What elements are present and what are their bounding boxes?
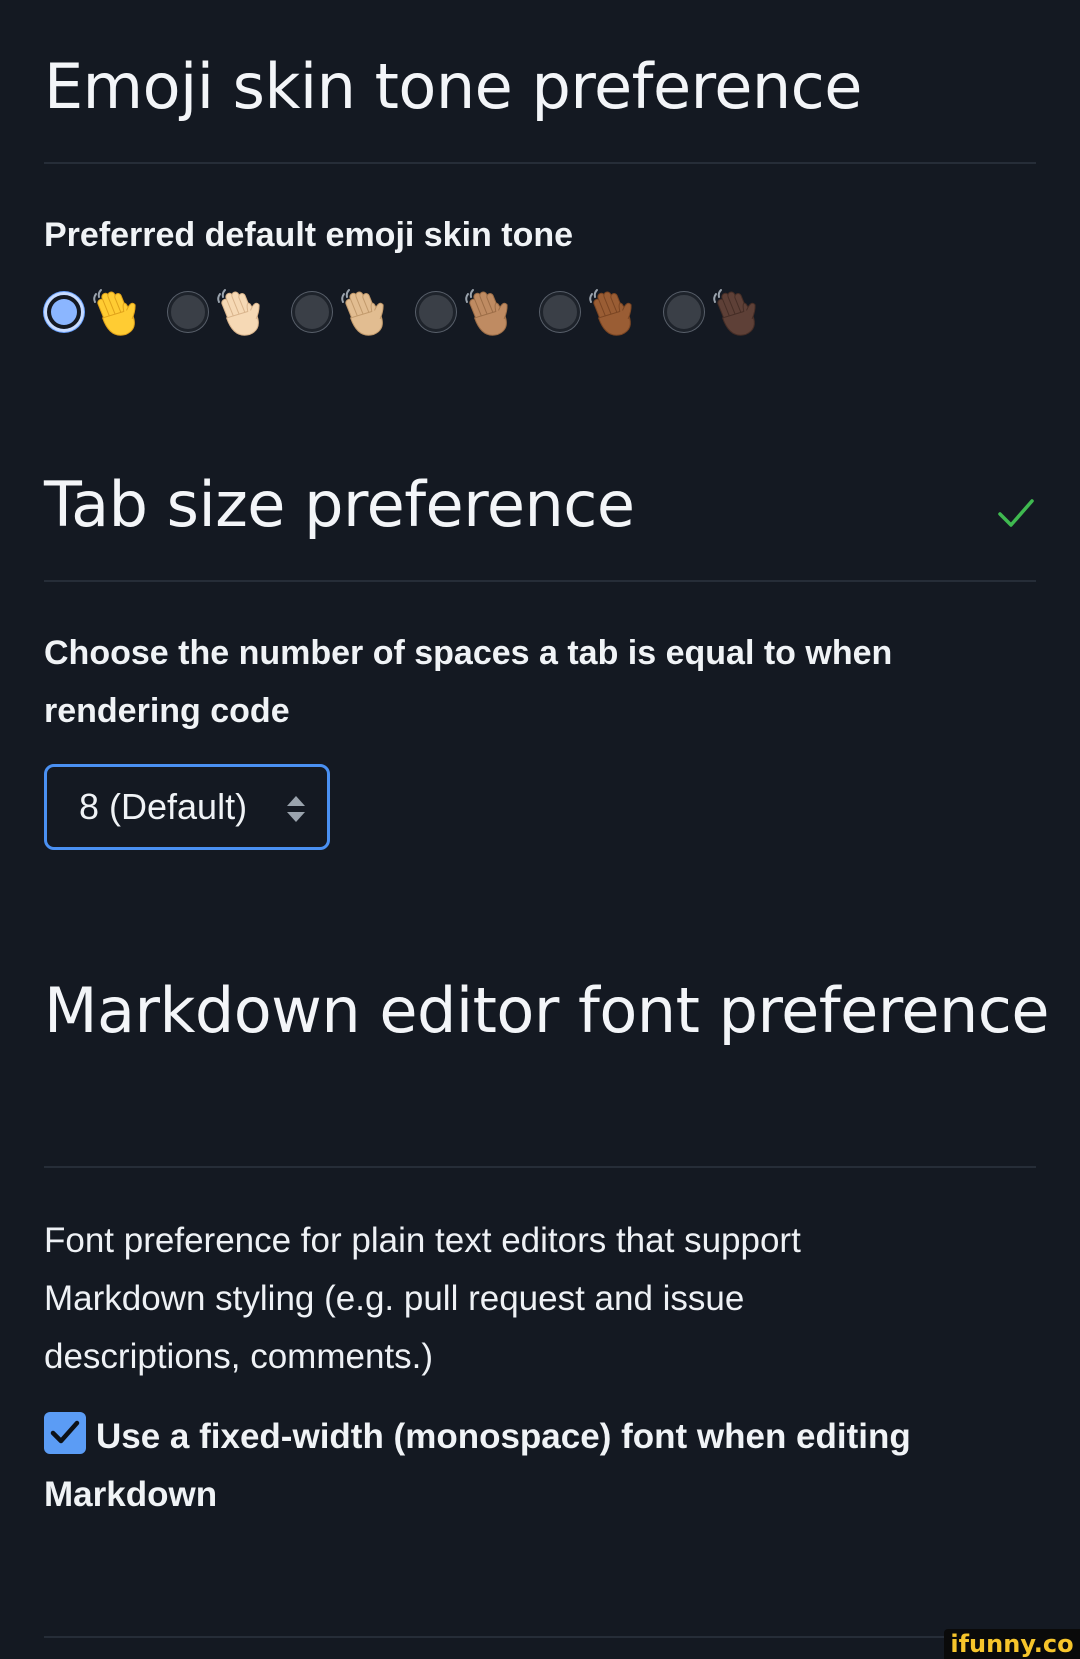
tab-size-section-title: Tab size preference (44, 468, 635, 541)
skin-tone-radio-light[interactable] (168, 292, 208, 332)
waving-hand-icon (341, 289, 384, 336)
markdown-section-title: Markdown editor font preference (44, 974, 1050, 1047)
waving-hand-icon (465, 289, 508, 336)
markdown-font-description: Font preference for plain text editors t… (44, 1221, 801, 1376)
settings-page: Emoji skin tone preference Preferred def… (0, 0, 1080, 1659)
select-arrows-icon (287, 796, 305, 822)
check-icon (998, 499, 1034, 527)
monospace-checkbox[interactable] (44, 1412, 86, 1454)
tab-size-select-value: 8 (Default) (79, 786, 248, 827)
skin-tone-option-dark[interactable] (664, 284, 762, 340)
bottom-divider (44, 1636, 1036, 1638)
skin-tone-radio-group (44, 284, 788, 340)
skin-tone-option-medium-light[interactable] (292, 284, 390, 340)
waving-hand-icon (589, 289, 632, 336)
skin-tone-radio-default[interactable] (44, 292, 84, 332)
skin-tone-radio-medium-light[interactable] (292, 292, 332, 332)
emoji-section-title: Emoji skin tone preference (44, 50, 862, 123)
monospace-checkbox-label: Use a fixed-width (monospace) font when … (44, 1417, 911, 1514)
skin-tone-option-default[interactable] (44, 284, 142, 340)
tab-size-select[interactable]: 8 (Default) (44, 764, 330, 850)
skin-tone-radio-medium-dark[interactable] (540, 292, 580, 332)
waving-hand-icon (713, 289, 756, 336)
monospace-checkbox-row[interactable]: Use a fixed-width (monospace) font when … (44, 1408, 1004, 1524)
markdown-section-divider (44, 1166, 1036, 1168)
skin-tone-option-medium[interactable] (416, 284, 514, 340)
checkmark-icon (50, 1420, 80, 1444)
skin-tone-radio-medium[interactable] (416, 292, 456, 332)
emoji-skin-tone-label: Preferred default emoji skin tone (44, 216, 574, 254)
waving-hand-icon (93, 289, 136, 336)
waving-hand-icon (217, 289, 260, 336)
emoji-section-divider (44, 162, 1036, 164)
skin-tone-option-medium-dark[interactable] (540, 284, 638, 340)
skin-tone-radio-dark[interactable] (664, 292, 704, 332)
watermark-logo: ifunny.co (944, 1629, 1080, 1659)
tab-size-section-divider (44, 580, 1036, 582)
tab-size-label: Choose the number of spaces a tab is equ… (44, 634, 893, 730)
skin-tone-option-light[interactable] (168, 284, 266, 340)
